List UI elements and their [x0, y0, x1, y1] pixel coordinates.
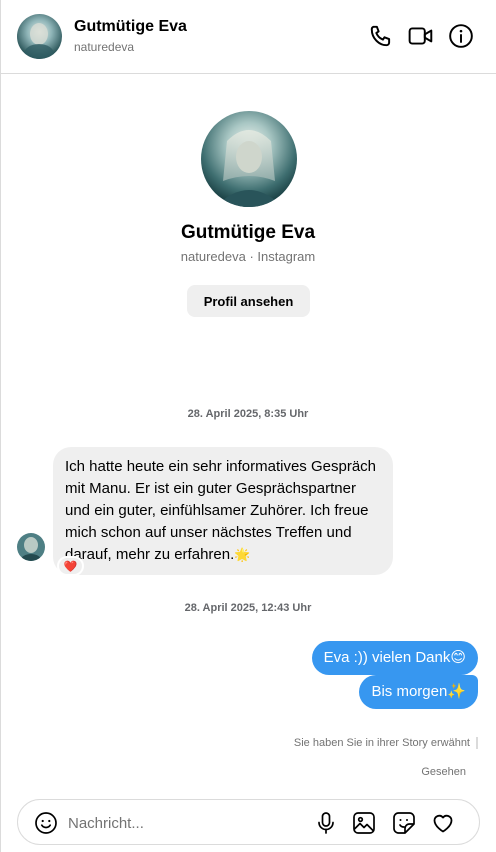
emoji-icon[interactable]	[34, 811, 58, 835]
message-timestamp: 28. April 2025, 12:43 Uhr	[184, 602, 312, 614]
star-emoji: 🌟	[234, 547, 251, 562]
video-call-icon[interactable]	[408, 23, 434, 49]
header-avatar[interactable]	[17, 14, 62, 59]
profile-subtitle: naturedeva · Instagram	[180, 249, 316, 264]
incoming-message-text: Ich hatte heute ein sehr informatives Ge…	[65, 458, 377, 563]
heart-icon[interactable]	[431, 811, 455, 835]
story-mention-note: Sie haben Sie in ihrer Story erwähnt	[294, 737, 478, 749]
divider	[0, 74, 1, 852]
phone-icon[interactable]	[368, 23, 394, 49]
sender-avatar[interactable]	[17, 533, 45, 561]
heart-reaction-emoji: ❤️	[63, 560, 78, 573]
info-icon[interactable]	[448, 23, 474, 49]
profile-avatar[interactable]	[201, 111, 297, 207]
outgoing-message-bubble[interactable]: Bis morgen✨	[359, 675, 478, 709]
seen-status: Gesehen	[421, 766, 466, 778]
sticker-icon[interactable]	[392, 811, 416, 835]
incoming-message-bubble[interactable]: Ich hatte heute ein sehr informatives Ge…	[53, 447, 393, 575]
view-profile-button[interactable]: Profil ansehen	[187, 285, 310, 317]
image-icon[interactable]	[352, 811, 376, 835]
outgoing-message-bubble[interactable]: Eva :)) vielen Dank😊	[311, 641, 478, 675]
header-username: naturedeva	[74, 40, 135, 54]
chat-header: Gutmütige Eva naturedeva	[0, 0, 496, 74]
microphone-icon[interactable]	[314, 811, 338, 835]
header-contact-name[interactable]: Gutmütige Eva	[74, 18, 187, 36]
heart-reaction[interactable]: ❤️	[57, 556, 84, 576]
message-composer	[17, 799, 480, 845]
profile-name: Gutmütige Eva	[180, 222, 316, 243]
message-input[interactable]	[68, 812, 268, 834]
message-timestamp: 28. April 2025, 8:35 Uhr	[187, 408, 309, 420]
